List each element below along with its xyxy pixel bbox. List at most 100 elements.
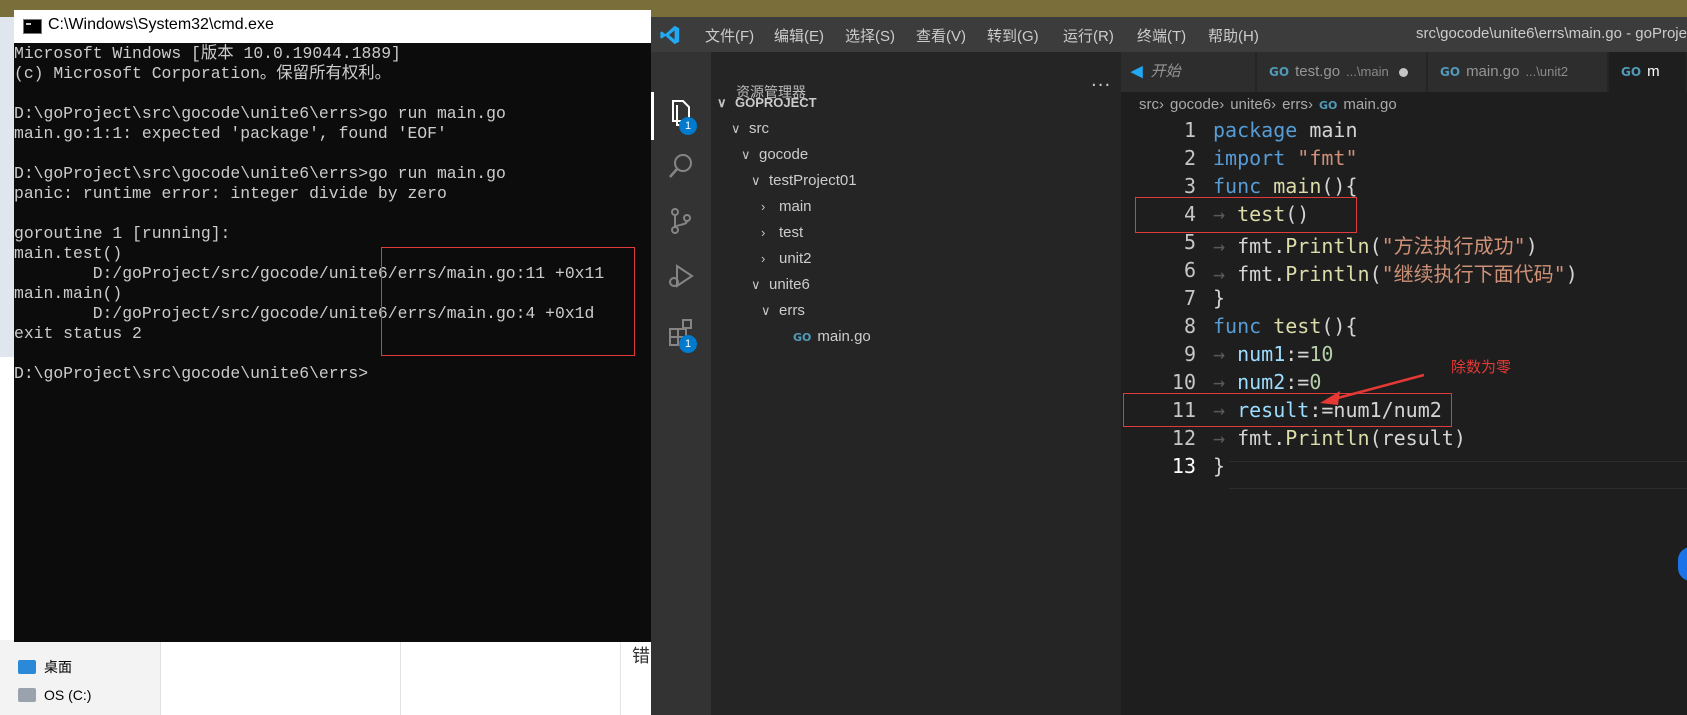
tab-test-go[interactable]: GO test.go ...\main xyxy=(1257,52,1427,92)
menu-run[interactable]: 运行(R) xyxy=(1063,25,1114,46)
tree-item-errs[interactable]: ∨ errs xyxy=(761,297,805,324)
breadcrumb-item[interactable]: errs xyxy=(1282,96,1308,113)
code-token: ( xyxy=(1369,234,1382,258)
code-token: (result) xyxy=(1369,426,1466,450)
code-line[interactable]: → fmt.Println("继续执行下面代码") xyxy=(1213,258,1578,287)
menu-selection[interactable]: 选择(S) xyxy=(845,25,895,46)
tree-item-main[interactable]: › main xyxy=(761,193,812,220)
more-actions-icon[interactable]: ··· xyxy=(1091,75,1111,96)
code-line[interactable]: → num2:=0 xyxy=(1213,370,1321,394)
tab-label: test.go xyxy=(1295,63,1341,80)
tab-welcome[interactable]: ◀ 开始 xyxy=(1121,52,1256,92)
tree-item-label: unit2 xyxy=(779,250,812,267)
whitespace-arrow-icon: → xyxy=(1213,370,1238,394)
chevron-down-icon: ∨ xyxy=(731,121,741,136)
tab-description: ...\main xyxy=(1346,64,1389,79)
code-line[interactable]: } xyxy=(1213,454,1225,478)
nav-item-label: 桌面 xyxy=(44,659,72,675)
code-token: main xyxy=(1297,118,1358,142)
menu-edit[interactable]: 编辑(E) xyxy=(774,25,824,46)
tab-description: ...\unit2 xyxy=(1525,64,1569,79)
breadcrumb-item[interactable]: main.go xyxy=(1343,96,1396,113)
search-icon[interactable] xyxy=(665,150,697,182)
tree-item-gocode[interactable]: ∨ gocode xyxy=(741,141,808,168)
run-debug-icon[interactable] xyxy=(665,260,697,292)
tab-label: main.go xyxy=(1466,63,1520,80)
nav-item-os-c[interactable]: OS (C:) xyxy=(18,687,91,703)
breadcrumb-item[interactable]: gocode xyxy=(1170,96,1219,113)
code-line[interactable]: func main(){ xyxy=(1213,174,1358,198)
breadcrumb-item[interactable]: unite6 xyxy=(1230,96,1271,113)
menu-file[interactable]: 文件(F) xyxy=(705,25,754,46)
breadcrumb-item[interactable]: src xyxy=(1139,96,1159,113)
code-token: import xyxy=(1213,146,1286,170)
breadcrumb-separator: › xyxy=(1271,96,1277,113)
desktop-icon xyxy=(18,660,36,674)
cmd-window[interactable]: C:\Windows\System32\cmd.exe Microsoft Wi… xyxy=(14,10,651,642)
tab-active[interactable]: GO m xyxy=(1609,52,1687,92)
line-number: 5 xyxy=(1183,230,1196,254)
line-number: 12 xyxy=(1171,426,1196,450)
whitespace-arrow-icon: → xyxy=(1213,426,1238,450)
go-file-icon: GO xyxy=(1318,99,1338,112)
line-number: 9 xyxy=(1183,342,1196,366)
cmd-title: C:\Windows\System32\cmd.exe xyxy=(48,16,274,33)
code-editor[interactable]: 1 2 3 4 5 6 7 8 9 10 11 12 13 package ma… xyxy=(1121,118,1687,715)
tree-root-label: GOPROJECT xyxy=(735,95,817,110)
extensions-badge: 1 xyxy=(679,335,697,353)
tree-item-test[interactable]: › test xyxy=(761,219,803,246)
code-token: test xyxy=(1273,314,1322,338)
stack-trace-highlight-box xyxy=(381,247,635,356)
nav-item-desktop[interactable]: 桌面 xyxy=(18,657,72,677)
line-number: 1 xyxy=(1183,118,1196,142)
tree-root[interactable]: ∨ GOPROJECT xyxy=(717,89,817,116)
line-number: 10 xyxy=(1171,370,1196,394)
code-token: fmt. xyxy=(1237,426,1286,450)
code-line[interactable]: → fmt.Println("方法执行成功") xyxy=(1213,230,1538,259)
cmd-titlebar[interactable]: C:\Windows\System32\cmd.exe xyxy=(14,10,651,43)
source-control-icon[interactable] xyxy=(665,205,697,237)
menu-go[interactable]: 转到(G) xyxy=(987,25,1039,46)
tree-item-label: testProject01 xyxy=(769,172,857,189)
menu-help[interactable]: 帮助(H) xyxy=(1208,25,1259,46)
menu-view[interactable]: 查看(V) xyxy=(916,25,966,46)
window-title: src\gocode\unite6\errs\main.go - goProje xyxy=(1416,25,1687,42)
go-file-icon: GO xyxy=(1621,65,1642,79)
code-token: func xyxy=(1213,314,1262,338)
tab-label: 开始 xyxy=(1150,63,1181,80)
code-token: := xyxy=(1285,370,1310,394)
code-token: fmt. xyxy=(1237,234,1286,258)
tree-item-main-go[interactable]: GO main.go xyxy=(793,323,871,350)
menu-terminal[interactable]: 终端(T) xyxy=(1137,25,1186,46)
column-divider xyxy=(620,640,621,715)
tab-main-go-unit2[interactable]: GO main.go ...\unit2 xyxy=(1428,52,1608,92)
tree-item-label: main xyxy=(779,198,812,215)
code-token: main xyxy=(1273,174,1322,198)
explorer-sidebar: 资源管理器 ··· ∨ GOPROJECT ∨ src ∨ gocode ∨ testP… xyxy=(711,52,1121,715)
chevron-down-icon: ∨ xyxy=(717,95,727,110)
tree-item-src[interactable]: ∨ src xyxy=(731,115,769,142)
code-line[interactable]: func test(){ xyxy=(1213,314,1358,338)
code-token: num2 xyxy=(1237,370,1286,394)
go-file-icon: GO xyxy=(793,331,812,344)
tree-item-unit2[interactable]: › unit2 xyxy=(761,245,812,272)
nav-item-label: OS (C:) xyxy=(44,687,92,703)
code-line[interactable]: → num1:=10 xyxy=(1213,342,1333,366)
whitespace-arrow-icon: → xyxy=(1213,234,1238,258)
breadcrumb: src› gocode› unite6› errs› GO main.go xyxy=(1121,92,1687,118)
code-line[interactable]: → fmt.Println(result) xyxy=(1213,426,1466,450)
code-token: ( xyxy=(1369,262,1382,286)
tree-item-testproject01[interactable]: ∨ testProject01 xyxy=(751,167,857,194)
tree-item-label: src xyxy=(749,120,769,137)
code-line[interactable]: import "fmt" xyxy=(1213,146,1358,170)
vscode-titlebar: 文件(F) 编辑(E) 选择(S) 查看(V) 转到(G) 运行(R) 终端(T… xyxy=(651,17,1687,52)
tree-item-unite6[interactable]: ∨ unite6 xyxy=(751,271,810,298)
code-line[interactable]: } xyxy=(1213,286,1225,310)
unsaved-dot-icon xyxy=(1398,67,1408,77)
code-line[interactable]: package main xyxy=(1213,118,1358,142)
line-number: 3 xyxy=(1183,174,1196,198)
partial-text: 错 xyxy=(632,646,650,667)
vscode-window: 文件(F) 编辑(E) 选择(S) 查看(V) 转到(G) 运行(R) 终端(T… xyxy=(651,17,1687,715)
